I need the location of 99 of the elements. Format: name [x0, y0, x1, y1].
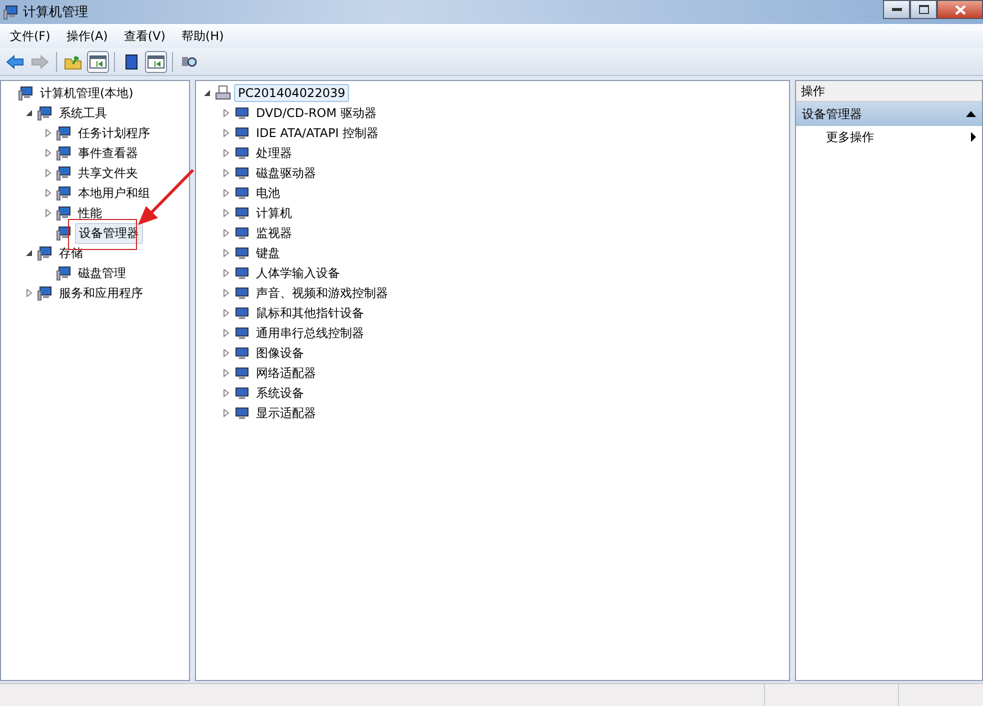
expand-arrow-icon[interactable] — [44, 149, 52, 157]
computer-icon — [37, 245, 53, 261]
tree-item[interactable]: 监视器 — [253, 224, 295, 242]
close-button[interactable] — [937, 0, 983, 19]
tree-item[interactable]: 声音、视频和游戏控制器 — [253, 284, 391, 302]
tree-item[interactable]: 计算机 — [253, 204, 295, 222]
device-icon — [234, 165, 250, 181]
device-icon — [234, 205, 250, 221]
tree-item[interactable]: 电池 — [253, 184, 283, 202]
expand-arrow-icon[interactable] — [44, 169, 52, 177]
tree-item[interactable]: 键盘 — [253, 244, 283, 262]
computer-icon — [56, 205, 72, 221]
expand-arrow-icon[interactable] — [222, 409, 230, 417]
expand-arrow-icon[interactable] — [222, 309, 230, 317]
printer-icon — [215, 85, 231, 101]
tree-item[interactable]: 共享文件夹 — [75, 164, 141, 182]
device-icon — [234, 225, 250, 241]
maximize-button[interactable] — [910, 0, 937, 19]
expand-arrow-icon[interactable] — [222, 169, 230, 177]
device-icon — [234, 405, 250, 421]
expand-arrow-icon[interactable] — [222, 389, 230, 397]
tree-item[interactable]: IDE ATA/ATAPI 控制器 — [253, 124, 382, 142]
expand-arrow-icon[interactable] — [222, 329, 230, 337]
menu-item[interactable]: 查看(V) — [118, 28, 172, 44]
collapse-triangle-icon[interactable] — [966, 111, 976, 117]
device-icon — [234, 285, 250, 301]
device-icon — [234, 385, 250, 401]
close-icon — [954, 4, 966, 14]
computer-icon — [56, 165, 72, 181]
minimize-button[interactable] — [883, 0, 910, 19]
expand-arrow-icon[interactable] — [222, 209, 230, 217]
computer-icon — [18, 85, 34, 101]
device-icon — [234, 245, 250, 261]
computer-icon — [37, 285, 53, 301]
expand-arrow-icon[interactable] — [222, 129, 230, 137]
tree-item[interactable]: 人体学输入设备 — [253, 264, 343, 282]
computer-icon — [37, 105, 53, 121]
expand-arrow-icon[interactable] — [25, 289, 33, 297]
expand-arrow-icon[interactable] — [222, 229, 230, 237]
expand-arrow-icon[interactable] — [44, 129, 52, 137]
tree-item[interactable]: 显示适配器 — [253, 404, 319, 422]
expand-arrow-icon[interactable] — [44, 209, 52, 217]
tree-item[interactable]: 磁盘驱动器 — [253, 164, 319, 182]
maximize-icon — [918, 5, 928, 14]
window-title: 计算机管理 — [23, 4, 88, 21]
tree-item[interactable]: 通用串行总线控制器 — [253, 324, 367, 342]
device-icon — [234, 325, 250, 341]
device-icon — [234, 305, 250, 321]
tree-item[interactable]: 任务计划程序 — [75, 124, 153, 142]
computer-icon — [56, 185, 72, 201]
device-icon — [234, 365, 250, 381]
expand-arrow-icon[interactable] — [222, 109, 230, 117]
device-icon — [234, 345, 250, 361]
expand-arrow-icon[interactable] — [222, 189, 230, 197]
collapse-arrow-icon[interactable] — [25, 109, 33, 117]
menu-item[interactable]: 文件(F) — [4, 28, 56, 44]
panel-icon[interactable] — [87, 50, 109, 72]
submenu-arrow-icon — [971, 132, 976, 142]
collapse-arrow-icon[interactable] — [203, 89, 211, 97]
pane-header: 操作 — [796, 81, 982, 102]
tree-item[interactable]: 性能 — [75, 204, 105, 222]
computer-icon — [56, 225, 72, 241]
tree-item[interactable]: PC201404022039 — [234, 84, 350, 102]
expand-arrow-icon[interactable] — [44, 189, 52, 197]
expand-arrow-icon[interactable] — [222, 269, 230, 277]
expand-arrow-icon[interactable] — [222, 289, 230, 297]
device-icon — [234, 105, 250, 121]
menu-item[interactable]: 操作(A) — [60, 28, 114, 44]
panel-icon[interactable] — [145, 50, 167, 72]
expand-arrow-icon[interactable] — [222, 349, 230, 357]
expand-arrow-icon[interactable] — [222, 149, 230, 157]
expand-arrow-icon[interactable] — [222, 369, 230, 377]
tree-item[interactable]: 系统工具 — [56, 104, 110, 122]
tree-item[interactable]: 本地用户和组 — [75, 184, 153, 202]
device-icon — [234, 185, 250, 201]
tree-item[interactable]: 鼠标和其他指针设备 — [253, 304, 367, 322]
device-icon — [234, 125, 250, 141]
tree-item[interactable]: 磁盘管理 — [75, 264, 129, 282]
tree-item[interactable]: 服务和应用程序 — [56, 284, 146, 302]
menu-item[interactable]: 帮助(H) — [175, 28, 230, 44]
device-icon — [234, 145, 250, 161]
computer-icon — [56, 125, 72, 141]
device-icon — [234, 265, 250, 281]
tree-item[interactable]: 计算机管理(本地) — [37, 84, 136, 102]
computer-icon — [3, 4, 19, 20]
action-link[interactable]: 更多操作 — [826, 128, 874, 146]
tree-item[interactable]: 图像设备 — [253, 344, 307, 362]
tree-item[interactable]: 网络适配器 — [253, 364, 319, 382]
tree-item[interactable]: DVD/CD-ROM 驱动器 — [253, 104, 380, 122]
tree-item[interactable]: 处理器 — [253, 144, 295, 162]
minimize-icon — [892, 8, 902, 12]
expand-arrow-icon[interactable] — [222, 249, 230, 257]
tree-item[interactable]: 事件查看器 — [75, 144, 141, 162]
computer-icon — [56, 265, 72, 281]
section-title: 设备管理器 — [802, 106, 862, 122]
tree-item[interactable]: 系统设备 — [253, 384, 307, 402]
section-header[interactable]: 设备管理器 — [796, 102, 982, 126]
collapse-arrow-icon[interactable] — [25, 249, 33, 257]
computer-icon — [56, 145, 72, 161]
